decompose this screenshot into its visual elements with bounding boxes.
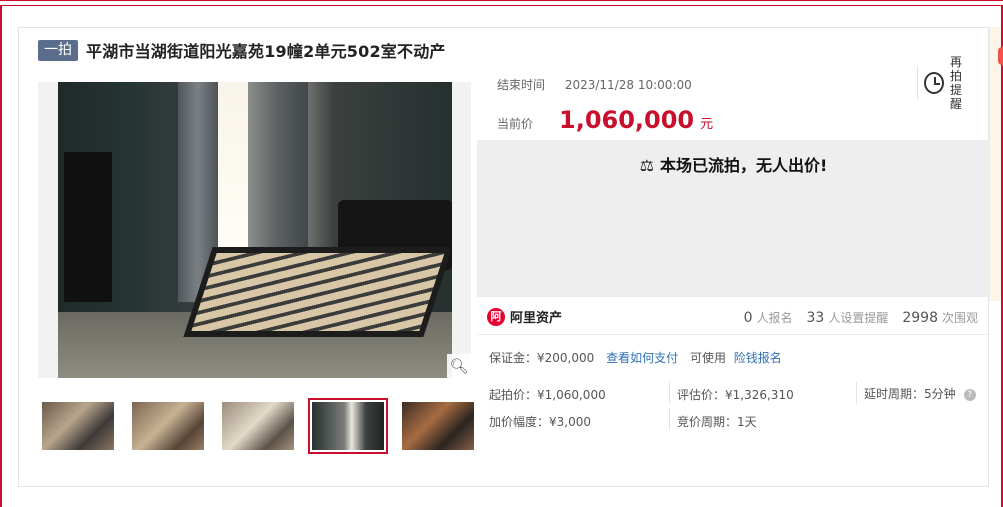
thumbnail-strip [38, 398, 488, 454]
views-count: 2998 [902, 310, 938, 326]
signups-stat: 0 人报名 [744, 309, 793, 326]
delay-period-text: 延时周期：5分钟 [864, 387, 956, 401]
reminders-label: 人设置提醒 [828, 311, 889, 325]
thumbnail-3[interactable] [218, 398, 298, 454]
divider [477, 334, 990, 335]
gavel-icon: ⚖︎ [639, 156, 655, 175]
reminder-label: 再拍提醒 [949, 55, 962, 111]
thumbnail-4[interactable] [308, 398, 388, 454]
page-left-border [0, 6, 2, 507]
alarm-clock-icon [924, 72, 944, 94]
property-photo [58, 82, 452, 378]
end-time-row: 结束时间 2023/11/28 10:00:00 [497, 76, 692, 93]
ali-assets-logo[interactable]: 阿 阿里资产 [487, 307, 562, 326]
deposit-text: 保证金：¥200,000 [489, 351, 595, 365]
ali-assets-icon: 阿 [487, 307, 505, 326]
main-photo[interactable]: 🔍︎ [38, 82, 471, 378]
title-row: 一拍 平湖市当湖街道阳光嘉苑19幢2单元502室不动产 [38, 38, 446, 62]
start-price: 起拍价：¥1,060,000 [489, 388, 606, 402]
round-badge: 一拍 [38, 39, 78, 61]
platform-row: 阿 阿里资产 0 人报名 33 人设置提醒 2998 次围观 [477, 303, 990, 331]
reminder-button[interactable]: 再拍提醒 [917, 55, 973, 111]
bidding-period: 竞价周期：1天 [677, 415, 757, 429]
auction-stats: 0 人报名 33 人设置提醒 2998 次围观 [730, 309, 978, 326]
ali-assets-text: 阿里资产 [510, 311, 563, 326]
thumbnail-5[interactable] [398, 398, 478, 454]
signups-label: 人报名 [756, 311, 793, 325]
end-time-label: 结束时间 [497, 78, 546, 92]
current-price-row: 当前价 1,060,000 元 [497, 106, 713, 134]
signups-count: 0 [743, 310, 753, 326]
auction-status: ⚖︎ 本场已流拍，无人出价! [477, 152, 990, 176]
reminders-count: 33 [806, 310, 825, 326]
page-top-border [0, 0, 1003, 6]
views-label: 次围观 [941, 311, 978, 325]
adjacent-panel-edge [989, 27, 1003, 301]
thumbnail-2[interactable] [128, 398, 208, 454]
magnifier-icon[interactable]: 🔍︎ [447, 354, 471, 378]
auction-status-box: ⚖︎ 本场已流拍，无人出价! [477, 140, 990, 297]
question-icon[interactable]: ? [963, 388, 976, 401]
auction-card: 一拍 平湖市当湖街道阳光嘉苑19幢2单元502室不动产 🔍︎ 结束时间 2023… [18, 27, 990, 487]
reminders-stat: 33 人设置提醒 [807, 309, 889, 326]
how-to-pay-link[interactable]: 查看如何支付 [606, 351, 678, 365]
deposit-row: 保证金：¥200,000 查看如何支付 可使用 险钱报名 [489, 349, 782, 366]
available-text: 可使用 [689, 351, 726, 365]
thumbnail-1[interactable] [38, 398, 118, 454]
current-price-label: 当前价 [497, 117, 534, 131]
auction-status-text: 本场已流拍，无人出价! [660, 156, 828, 175]
appraised-price: 评估价：¥1,326,310 [677, 388, 794, 402]
delay-period: 延时周期：5分钟? [864, 385, 976, 402]
page-title: 平湖市当湖街道阳光嘉苑19幢2单元502室不动产 [86, 42, 446, 61]
current-price-value: 1,060,000 [559, 106, 695, 134]
current-price-unit: 元 [700, 117, 714, 132]
insurance-signup-link[interactable]: 险钱报名 [734, 351, 782, 365]
bid-increment: 加价幅度：¥3,000 [489, 415, 591, 429]
views-stat: 2998 次围观 [902, 309, 978, 326]
end-time-value: 2023/11/28 10:00:00 [564, 78, 692, 92]
